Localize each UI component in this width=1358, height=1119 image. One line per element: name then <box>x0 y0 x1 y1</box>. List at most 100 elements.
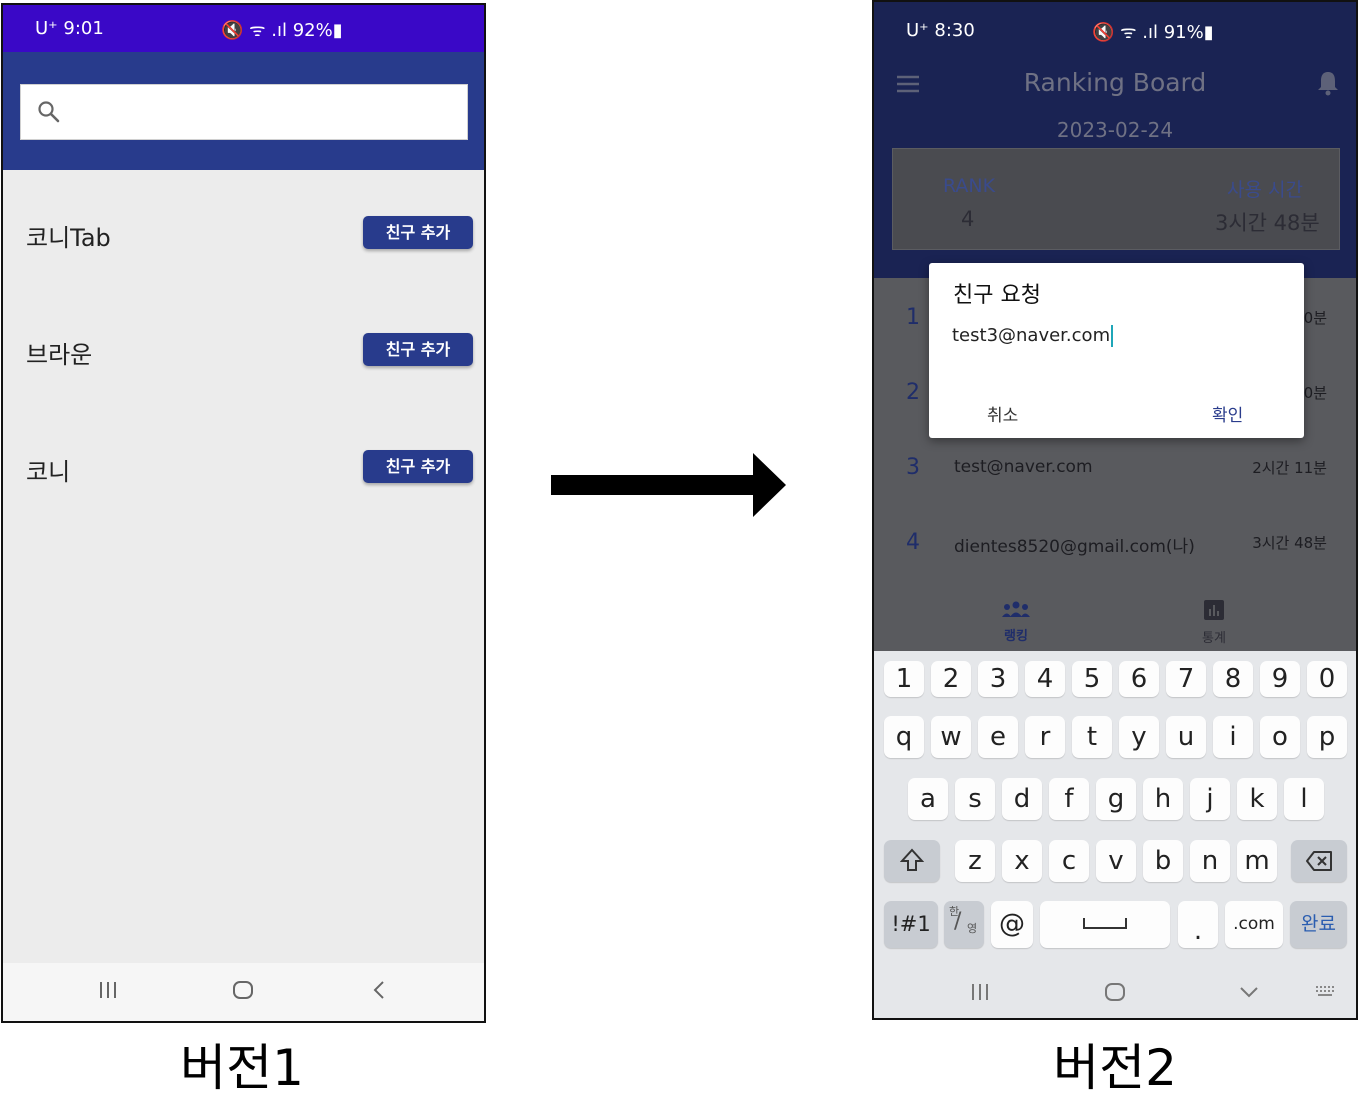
back-icon[interactable] <box>369 979 391 1005</box>
dotcom-key[interactable]: .com <box>1225 901 1283 948</box>
backspace-key[interactable] <box>1291 840 1347 882</box>
key-0[interactable]: 0 <box>1307 661 1347 697</box>
status-bar: U⁺ 8:30 🔇 ᯤ .ıl 91%▮ <box>874 2 1356 52</box>
my-rank-card: RANK 4 사용 시간 3시간 48분 <box>892 148 1340 250</box>
key-h[interactable]: h <box>1143 778 1183 820</box>
table-row[interactable]: 4 dientes8520@gmail.com(나) 3시간 48분 <box>874 530 1356 580</box>
key-i[interactable]: i <box>1213 716 1253 758</box>
key-j[interactable]: j <box>1190 778 1230 820</box>
people-icon <box>1001 601 1031 622</box>
hide-keyboard-icon[interactable] <box>1238 981 1260 1007</box>
text-cursor <box>1111 325 1114 347</box>
rank-number: 3 <box>906 455 920 480</box>
space-icon <box>1083 918 1127 929</box>
shift-key[interactable] <box>884 840 940 882</box>
tab-ranking[interactable]: 랭킹 <box>976 600 1056 644</box>
version1-phone: U⁺ 9:01 🔇 ᯤ .ıl 92%▮ 코니Tab 친구 추가 브라운 친구 … <box>1 3 486 1023</box>
usage-duration: 2시간 11분 <box>1252 459 1327 477</box>
on-screen-keyboard: 1 2 3 4 5 6 7 8 9 0 q w e r t y u i o p … <box>874 651 1356 1018</box>
key-y[interactable]: y <box>1119 716 1159 758</box>
key-a[interactable]: a <box>908 778 948 820</box>
header-area: U⁺ 8:30 🔇 ᯤ .ıl 91%▮ Ranking Board 2023-… <box>874 2 1356 278</box>
add-friend-button[interactable]: 친구 추가 <box>363 450 473 483</box>
key-b[interactable]: b <box>1143 840 1183 882</box>
confirm-button[interactable]: 확인 <box>1212 401 1243 426</box>
at-key[interactable]: @ <box>991 901 1033 948</box>
key-v[interactable]: v <box>1096 840 1136 882</box>
key-w[interactable]: w <box>931 716 971 758</box>
app-bar <box>3 52 484 170</box>
usage-time-label: 사용 시간 <box>1227 179 1303 201</box>
key-f[interactable]: f <box>1049 778 1089 820</box>
recent-apps-icon[interactable] <box>969 981 991 1007</box>
key-q[interactable]: q <box>884 716 924 758</box>
key-p[interactable]: p <box>1307 716 1347 758</box>
key-t[interactable]: t <box>1072 716 1112 758</box>
add-friend-button[interactable]: 친구 추가 <box>363 333 473 366</box>
key-l[interactable]: l <box>1284 778 1324 820</box>
status-icons: 🔇 ᯤ .ıl 92%▮ <box>221 20 343 41</box>
tab-ranking-label: 랭킹 <box>1004 629 1028 644</box>
table-row[interactable]: 3 test@naver.com 2시간 11분 <box>874 455 1356 505</box>
tab-stats[interactable]: 통계 <box>1174 600 1254 646</box>
language-switch-key[interactable]: 한 / 영 <box>944 901 984 948</box>
list-item: 코니Tab 친구 추가 <box>3 208 484 268</box>
key-2[interactable]: 2 <box>931 661 971 697</box>
usage-time-value: 3시간 48분 <box>1215 211 1320 235</box>
key-k[interactable]: k <box>1237 778 1277 820</box>
key-r[interactable]: r <box>1025 716 1065 758</box>
space-key[interactable] <box>1040 901 1170 948</box>
status-icons: 🔇 ᯤ .ıl 91%▮ <box>1092 22 1214 43</box>
key-5[interactable]: 5 <box>1072 661 1112 697</box>
key-9[interactable]: 9 <box>1260 661 1300 697</box>
key-g[interactable]: g <box>1096 778 1136 820</box>
cancel-button[interactable]: 취소 <box>987 401 1018 426</box>
search-icon <box>37 100 61 128</box>
key-x[interactable]: x <box>1002 840 1042 882</box>
bell-icon[interactable] <box>1316 70 1340 100</box>
list-item: 브라운 친구 추가 <box>3 325 484 385</box>
keyboard-icon[interactable] <box>1314 983 1338 1005</box>
key-6[interactable]: 6 <box>1119 661 1159 697</box>
key-m[interactable]: m <box>1237 840 1277 882</box>
key-d[interactable]: d <box>1002 778 1042 820</box>
key-e[interactable]: e <box>978 716 1018 758</box>
email-field[interactable]: test3@naver.com <box>952 325 1114 347</box>
search-input[interactable] <box>20 84 468 140</box>
home-icon[interactable] <box>1104 981 1126 1007</box>
date-label: 2023-02-24 <box>1056 118 1174 142</box>
dialog-title: 친구 요청 <box>953 283 1041 308</box>
friend-name: 코니Tab <box>26 224 111 252</box>
usage-duration: 3시간 48분 <box>1252 534 1327 552</box>
friend-name: 브라운 <box>26 341 93 369</box>
key-3[interactable]: 3 <box>978 661 1018 697</box>
key-o[interactable]: o <box>1260 716 1300 758</box>
lang-key-bottom: 영 <box>967 922 978 935</box>
email-field-value: test3@naver.com <box>952 325 1111 346</box>
key-n[interactable]: n <box>1190 840 1230 882</box>
key-8[interactable]: 8 <box>1213 661 1253 697</box>
key-u[interactable]: u <box>1166 716 1206 758</box>
status-time: U⁺ 9:01 <box>35 18 104 39</box>
done-key[interactable]: 완료 <box>1290 901 1347 948</box>
symbols-key[interactable]: !#1 <box>884 901 938 948</box>
rank-number: 1 <box>906 305 920 330</box>
backspace-icon <box>1306 851 1332 871</box>
key-4[interactable]: 4 <box>1025 661 1065 697</box>
home-icon[interactable] <box>232 979 254 1005</box>
key-7[interactable]: 7 <box>1166 661 1206 697</box>
system-nav-bar <box>3 963 484 1021</box>
shift-icon <box>899 848 925 871</box>
rank-label: RANK <box>943 175 996 197</box>
recent-apps-icon[interactable] <box>97 979 119 1005</box>
key-1[interactable]: 1 <box>884 661 924 697</box>
bottom-tab-bar: 랭킹 통계 <box>874 592 1356 652</box>
period-key[interactable]: . <box>1178 901 1218 948</box>
usage-duration: 0분 <box>1303 309 1327 327</box>
add-friend-button[interactable]: 친구 추가 <box>363 216 473 249</box>
key-z[interactable]: z <box>955 840 995 882</box>
key-s[interactable]: s <box>955 778 995 820</box>
slash-icon: / <box>954 909 962 934</box>
key-c[interactable]: c <box>1049 840 1089 882</box>
user-email: dientes8520@gmail.com(나) <box>954 537 1195 557</box>
